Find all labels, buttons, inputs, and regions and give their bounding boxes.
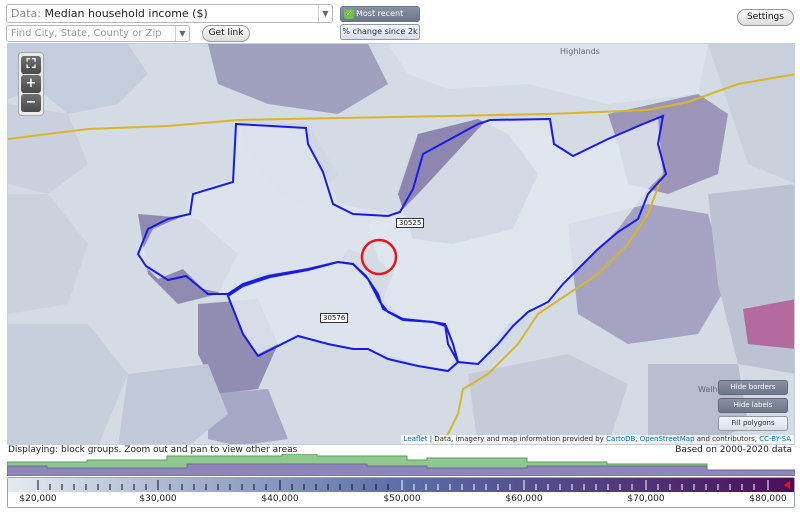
most-recent-value-toggle[interactable]: ✓ Most recent value [340,6,420,32]
openstreetmap-link[interactable]: OpenStreetMap [640,435,695,443]
hide-borders-button[interactable]: Hide borders [718,380,788,395]
fill-polygons-button[interactable]: Fill polygons [718,416,788,431]
scale-tick-label: $20,000 [19,494,57,504]
place-label: Highlands [560,47,600,56]
chevron-down-icon: ▼ [318,5,332,22]
attribution-rest: and contributors, [694,435,760,443]
percent-change-toggle[interactable]: % change since 2k [340,24,420,40]
map-attribution: Leaflet | Data, imagery and map informat… [400,435,794,444]
fullscreen-button[interactable]: ⛶ [21,56,41,74]
license-link[interactable]: CC-BY-SA [759,435,791,443]
zoom-in-button[interactable]: + [21,75,41,93]
zip-label: 30525 [396,218,425,228]
scale-tick-label: $30,000 [139,494,177,504]
scale-tick-label: $40,000 [261,494,299,504]
hide-labels-button[interactable]: Hide labels [718,398,788,413]
settings-button[interactable]: Settings [737,9,794,26]
zoom-control: ⛶ + − [18,52,44,116]
zip-label: 30576 [320,313,349,323]
scale-tick-label: $80,000 [749,494,787,504]
data-select-value: Median household income ($) [44,7,208,20]
scale-tick-label: $70,000 [627,494,665,504]
attribution-text: | Data, imagery and map information prov… [427,435,607,443]
data-select[interactable]: Data: Median household income ($) ▼ [6,4,333,23]
map-canvas [8,44,794,444]
map-view[interactable]: ⛶ + − 30525 30576 Highlands Walh Hide bo… [7,43,795,445]
get-link-button[interactable]: Get link [202,25,250,42]
scale-tick-label: $60,000 [505,494,543,504]
chevron-down-icon: ▼ [175,26,189,41]
checkmark-icon: ✓ [344,9,354,19]
scale-tick-label: $50,000 [383,494,421,504]
location-search-input[interactable]: Find City, State, County or Zip Code ▼ [6,25,190,54]
leaflet-link[interactable]: Leaflet [404,435,428,443]
color-scale-legend: $20,000 $30,000 $40,000 $50,000 $60,000 … [7,477,795,508]
place-label: Walh [698,385,718,394]
zoom-out-button[interactable]: − [21,94,41,112]
value-histogram [7,454,795,476]
cartodb-link[interactable]: CartoDB [606,435,635,443]
data-select-prefix: Data: [11,7,41,20]
